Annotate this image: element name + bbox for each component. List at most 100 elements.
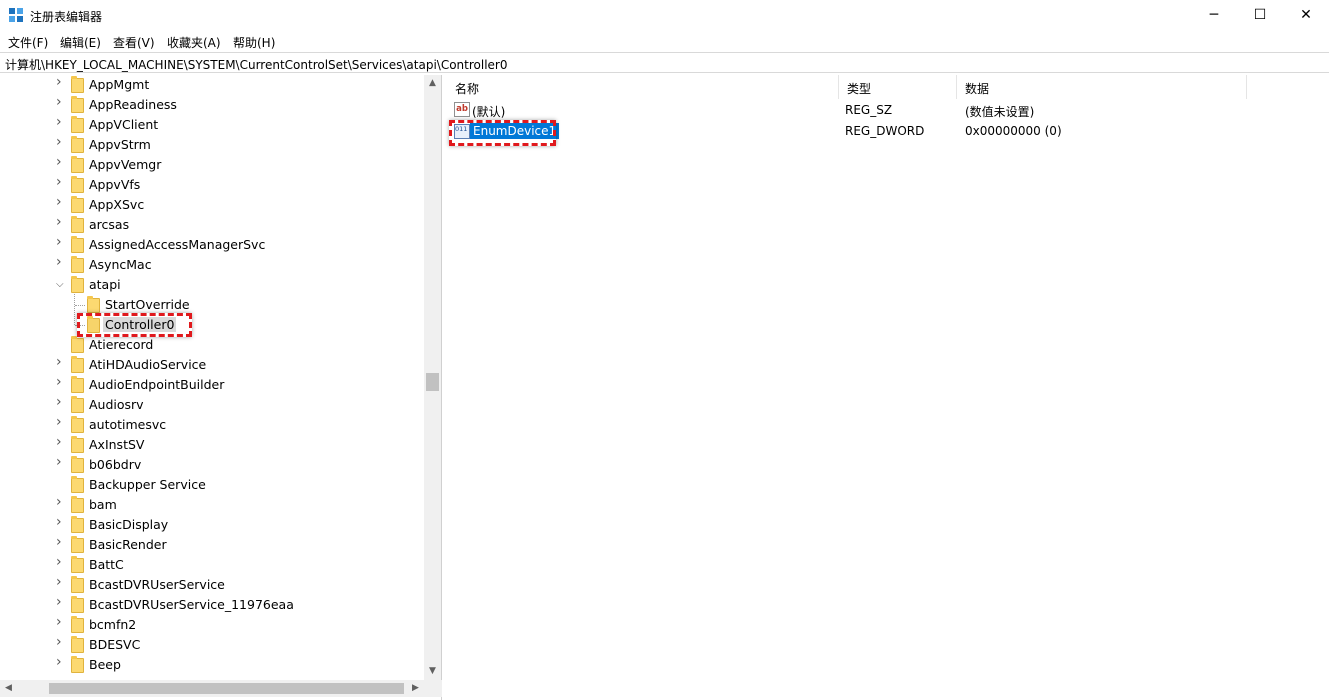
chevron-right-icon[interactable]: › — [56, 595, 66, 609]
chevron-right-icon[interactable]: › — [56, 355, 66, 369]
column-header-name[interactable]: 名称 — [447, 75, 839, 99]
scroll-right-icon[interactable]: ▶ — [410, 683, 421, 694]
chevron-right-icon[interactable]: › — [56, 535, 66, 549]
tree-item[interactable]: › BcastDVRUserService_11976eaa — [0, 595, 424, 615]
title-bar: 注册表编辑器 ─ ☐ ✕ — [0, 0, 1329, 30]
regedit-app-icon — [9, 8, 23, 22]
tree-item[interactable]: › AxInstSV — [0, 435, 424, 455]
column-header-type[interactable]: 类型 — [839, 75, 957, 99]
tree-item[interactable]: › bcmfn2 — [0, 615, 424, 635]
folder-icon — [71, 356, 84, 373]
chevron-right-icon[interactable]: › — [56, 495, 66, 509]
tree-item[interactable]: › BDESVC — [0, 635, 424, 655]
tree-item[interactable]: › bam — [0, 495, 424, 515]
menu-file[interactable]: 文件(F) — [8, 34, 48, 51]
menu-bar: 文件(F) 编辑(E) 查看(V) 收藏夹(A) 帮助(H) — [0, 30, 1329, 52]
tree-item[interactable]: › BasicDisplay — [0, 515, 424, 535]
tree-item[interactable]: › autotimesvc — [0, 415, 424, 435]
chevron-right-icon[interactable]: › — [56, 655, 66, 669]
tree-item[interactable]: ⌵ atapi — [0, 275, 424, 295]
tree-item[interactable]: › AtiHDAudioService — [0, 355, 424, 375]
chevron-right-icon[interactable]: › — [56, 375, 66, 389]
folder-icon — [71, 516, 84, 533]
tree-item[interactable]: › AssignedAccessManagerSvc — [0, 235, 424, 255]
scroll-up-icon[interactable]: ▲ — [427, 78, 438, 89]
chevron-right-icon[interactable]: › — [56, 115, 66, 129]
tree-connector-line — [74, 294, 75, 325]
chevron-right-icon[interactable]: › — [56, 455, 66, 469]
menu-help[interactable]: 帮助(H) — [233, 34, 275, 51]
address-path[interactable]: 计算机\HKEY_LOCAL_MACHINE\SYSTEM\CurrentCon… — [5, 56, 508, 73]
tree-item[interactable]: › AppvVemgr — [0, 155, 424, 175]
scroll-down-icon[interactable]: ▼ — [427, 666, 438, 677]
chevron-right-icon[interactable]: › — [56, 435, 66, 449]
value-row-selected[interactable]: 011 110 EnumDevice1 REG_DWORD 0x00000000… — [447, 121, 1329, 141]
column-header-data[interactable]: 数据 — [957, 75, 1247, 99]
menu-view[interactable]: 查看(V) — [113, 34, 155, 51]
chevron-right-icon[interactable]: › — [56, 95, 66, 109]
tree-item[interactable]: › b06bdrv — [0, 455, 424, 475]
maximize-button[interactable]: ☐ — [1237, 0, 1283, 30]
chevron-right-icon[interactable]: › — [56, 135, 66, 149]
tree-item-label: BDESVC — [89, 637, 141, 652]
chevron-down-icon[interactable]: ⌵ — [56, 280, 66, 290]
chevron-right-icon[interactable]: › — [56, 615, 66, 629]
value-data: 0x00000000 (0) — [965, 124, 1062, 138]
chevron-right-icon[interactable]: › — [56, 195, 66, 209]
tree-vertical-scroll-thumb[interactable] — [426, 373, 439, 391]
tree-item-label: AppvVemgr — [89, 157, 162, 172]
address-bar[interactable]: 计算机\HKEY_LOCAL_MACHINE\SYSTEM\CurrentCon… — [0, 52, 1329, 73]
tree-item-label: BasicRender — [89, 537, 167, 552]
tree-item[interactable]: › AppReadiness — [0, 95, 424, 115]
tree-item[interactable]: › AppMgmt — [0, 75, 424, 95]
tree-item[interactable]: Atierecord — [0, 335, 424, 355]
chevron-right-icon[interactable]: › — [56, 515, 66, 529]
chevron-right-icon[interactable]: › — [56, 395, 66, 409]
chevron-right-icon[interactable]: › — [56, 415, 66, 429]
chevron-right-icon[interactable]: › — [56, 75, 66, 89]
tree-item[interactable]: › BattC — [0, 555, 424, 575]
tree-item-label: BcastDVRUserService — [89, 577, 225, 592]
tree-item[interactable]: › Audiosrv — [0, 395, 424, 415]
tree-item[interactable]: › arcsas — [0, 215, 424, 235]
tree-item[interactable]: › BasicRender — [0, 535, 424, 555]
tree-item[interactable]: › AsyncMac — [0, 255, 424, 275]
chevron-right-icon[interactable]: › — [56, 235, 66, 249]
tree-item[interactable]: › Beep — [0, 655, 424, 675]
close-button[interactable]: ✕ — [1283, 0, 1329, 30]
values-pane[interactable]: 名称 类型 数据 ab (默认) REG_SZ (数值未设置) 011 110 … — [447, 75, 1329, 700]
folder-icon — [71, 276, 84, 293]
tree-item-label: atapi — [89, 277, 121, 292]
chevron-right-icon[interactable]: › — [56, 175, 66, 189]
tree-item[interactable]: › AudioEndpointBuilder — [0, 375, 424, 395]
tree-item[interactable]: Backupper Service — [0, 475, 424, 495]
key-tree-pane[interactable]: › AppMgmt › AppReadiness › AppVClient › AppvStr… — [0, 75, 442, 700]
folder-icon — [71, 96, 84, 113]
tree-item[interactable]: › AppvVfs — [0, 175, 424, 195]
tree-item[interactable]: › BcastDVRUserService — [0, 575, 424, 595]
menu-favorites[interactable]: 收藏夹(A) — [167, 34, 221, 51]
tree-item-selected[interactable]: Controller0 — [0, 315, 424, 335]
chevron-right-icon[interactable]: › — [56, 155, 66, 169]
minimize-icon: ─ — [1209, 7, 1219, 23]
chevron-right-icon[interactable]: › — [56, 635, 66, 649]
tree-item[interactable]: › AppXSvc — [0, 195, 424, 215]
folder-icon — [71, 556, 84, 573]
window-title: 注册表编辑器 — [30, 10, 103, 24]
folder-icon — [71, 396, 84, 413]
menu-edit[interactable]: 编辑(E) — [60, 34, 101, 51]
tree-vertical-scrollbar[interactable]: ▲ ▼ — [424, 75, 441, 680]
chevron-right-icon[interactable]: › — [56, 575, 66, 589]
chevron-right-icon[interactable]: › — [56, 555, 66, 569]
chevron-right-icon[interactable]: › — [56, 255, 66, 269]
minimize-button[interactable]: ─ — [1191, 0, 1237, 30]
tree-item[interactable]: › AppvStrm — [0, 135, 424, 155]
tree-horizontal-scrollbar[interactable]: ◀ ▶ — [0, 680, 442, 697]
tree-item[interactable]: StartOverride — [0, 295, 424, 315]
scroll-left-icon[interactable]: ◀ — [3, 683, 14, 694]
tree-horizontal-scroll-thumb[interactable] — [49, 683, 404, 694]
chevron-right-icon[interactable]: › — [56, 215, 66, 229]
value-row[interactable]: ab (默认) REG_SZ (数值未设置) — [447, 100, 1329, 120]
tree-item[interactable]: › AppVClient — [0, 115, 424, 135]
tree-item-label: bcmfn2 — [89, 617, 137, 632]
